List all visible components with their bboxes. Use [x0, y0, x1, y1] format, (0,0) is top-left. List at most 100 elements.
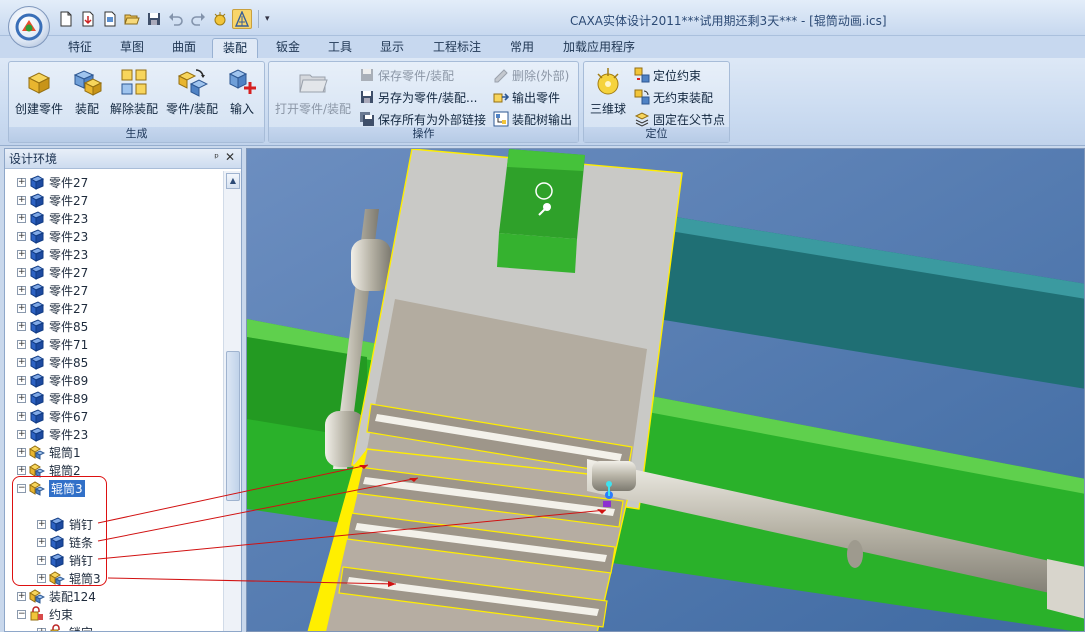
tree-row[interactable]: + 装配124: [17, 587, 96, 605]
scroll-thumb[interactable]: [226, 351, 240, 501]
save-as-part-assembly-button[interactable]: 另存为零件/装配...: [359, 87, 478, 107]
constraint-icon: [30, 606, 43, 621]
tab-sketch[interactable]: 草图: [110, 38, 154, 58]
undo-icon[interactable]: [166, 9, 186, 29]
new-file-icon[interactable]: [56, 9, 76, 29]
export-part-button[interactable]: 输出零件: [493, 87, 560, 107]
expand-icon[interactable]: +: [17, 303, 26, 313]
tree-row[interactable]: + 零件27: [17, 173, 88, 191]
expand-icon[interactable]: +: [17, 465, 26, 475]
ribbon-tabs: 特征 草图 曲面 装配 钣金 工具 显示 工程标注 常用 加载应用程序: [0, 36, 1085, 58]
expand-icon[interactable]: +: [17, 447, 26, 457]
tree-row[interactable]: + 零件23: [17, 227, 88, 245]
expand-icon[interactable]: +: [17, 177, 26, 187]
triball-button[interactable]: 三维球: [586, 64, 630, 124]
close-icon[interactable]: ✕: [225, 150, 235, 164]
assemble-button[interactable]: 装配: [69, 64, 105, 124]
expand-icon[interactable]: +: [17, 429, 26, 439]
3d-viewport[interactable]: [246, 148, 1085, 632]
tree-scrollbar[interactable]: ▲: [223, 171, 241, 631]
expand-icon[interactable]: +: [17, 375, 26, 385]
open-part-assembly-button[interactable]: 打开零件/装配: [271, 64, 355, 124]
tree-row[interactable]: + 零件67: [17, 407, 88, 425]
tree-row[interactable]: + 零件89: [17, 371, 88, 389]
tree-row-label: 零件27: [49, 283, 89, 298]
expand-icon[interactable]: +: [37, 627, 46, 631]
expand-icon[interactable]: +: [17, 393, 26, 403]
tree-row[interactable]: + 零件27: [17, 263, 88, 281]
tab-assembly[interactable]: 装配: [212, 38, 258, 58]
expand-icon[interactable]: +: [17, 231, 26, 241]
triball-icon: [597, 68, 619, 95]
delete-external-button[interactable]: 删除(外部): [493, 65, 569, 85]
save-icon[interactable]: [144, 9, 164, 29]
tree-row-label: 零件23: [49, 211, 89, 226]
collapse-icon[interactable]: −: [17, 609, 26, 619]
tree-row[interactable]: + 零件23: [17, 245, 88, 263]
customize-toolbar-icon[interactable]: ▾: [265, 14, 270, 24]
part-icon: [29, 391, 45, 406]
document-icon[interactable]: [100, 9, 120, 29]
tree-row-label: 零件23: [49, 229, 89, 244]
expand-icon[interactable]: +: [17, 357, 26, 367]
tab-common[interactable]: 常用: [500, 38, 544, 58]
tab-sheet-metal[interactable]: 钣金: [266, 38, 310, 58]
open-folder-icon[interactable]: [122, 9, 142, 29]
expand-icon[interactable]: +: [17, 339, 26, 349]
part-icon: [29, 427, 45, 442]
scroll-up-icon[interactable]: ▲: [226, 173, 240, 189]
expand-icon[interactable]: +: [17, 411, 26, 421]
annotation-highlight-box: [12, 476, 107, 586]
tab-dimensioning[interactable]: 工程标注: [426, 38, 488, 58]
unconstrained-assembly-button[interactable]: 无约束装配: [634, 87, 713, 107]
tree-row[interactable]: + 零件23: [17, 209, 88, 227]
assembly-tree-export-button[interactable]: 装配树输出: [493, 109, 572, 129]
tree-row[interactable]: + 零件85: [17, 317, 88, 335]
tree-row[interactable]: + 零件27: [17, 281, 88, 299]
tree-row[interactable]: + 零件85: [17, 353, 88, 371]
tab-surface[interactable]: 曲面: [162, 38, 206, 58]
save-all-icon: [360, 112, 374, 126]
tree-row[interactable]: + 辊筒1: [17, 443, 81, 461]
export-part-icon: [493, 93, 509, 103]
title-bar: ▾ CAXA实体设计2011***试用期还剩3天*** - [辊筒动画.ics]: [0, 0, 1085, 36]
pin-icon[interactable]: ᵖ: [214, 151, 219, 164]
tab-display[interactable]: 显示: [370, 38, 414, 58]
expand-icon[interactable]: +: [17, 195, 26, 205]
import-button[interactable]: 输入: [223, 64, 261, 124]
create-part-button[interactable]: 创建零件: [11, 64, 67, 124]
tree-row[interactable]: + 零件23: [17, 425, 88, 443]
part-icon: [29, 175, 45, 190]
tree-row-label: 零件27: [49, 193, 89, 208]
redo-icon[interactable]: [188, 9, 208, 29]
save-all-external-link-button[interactable]: 保存所有为外部链接: [359, 109, 486, 129]
expand-icon[interactable]: +: [17, 285, 26, 295]
part-assembly-button[interactable]: 零件/装配: [163, 64, 221, 124]
expand-icon[interactable]: +: [17, 591, 26, 601]
tree-row[interactable]: + 零件27: [17, 191, 88, 209]
scene-render: [247, 149, 1084, 631]
expand-icon[interactable]: +: [17, 321, 26, 331]
tab-feature[interactable]: 特征: [58, 38, 102, 58]
tree-row[interactable]: + 零件89: [17, 389, 88, 407]
import-file-icon[interactable]: [78, 9, 98, 29]
tree-row-label: 装配124: [49, 589, 96, 604]
tree-row[interactable]: + 零件27: [17, 299, 88, 317]
expand-icon[interactable]: +: [17, 213, 26, 223]
expand-icon[interactable]: +: [17, 267, 26, 277]
tree-row[interactable]: + 锁定: [37, 623, 93, 631]
position-constraint-button[interactable]: 定位约束: [634, 65, 701, 85]
smart-tool-icon[interactable]: [210, 9, 230, 29]
tree-row-label: 约束: [49, 607, 74, 622]
tab-addins[interactable]: 加载应用程序: [556, 38, 642, 58]
caxa-logo-icon[interactable]: [8, 6, 50, 48]
create-part-icon: [27, 72, 51, 94]
save-part-assembly-button[interactable]: 保存零件/装配: [359, 65, 454, 85]
disassemble-button[interactable]: 解除装配: [107, 64, 161, 124]
triball-tool-icon[interactable]: [232, 9, 252, 29]
tab-tools[interactable]: 工具: [318, 38, 362, 58]
fix-to-parent-button[interactable]: 固定在父节点: [634, 109, 725, 129]
tree-row[interactable]: + 零件71: [17, 335, 88, 353]
expand-icon[interactable]: +: [17, 249, 26, 259]
tree-row[interactable]: − 约束: [17, 605, 73, 623]
